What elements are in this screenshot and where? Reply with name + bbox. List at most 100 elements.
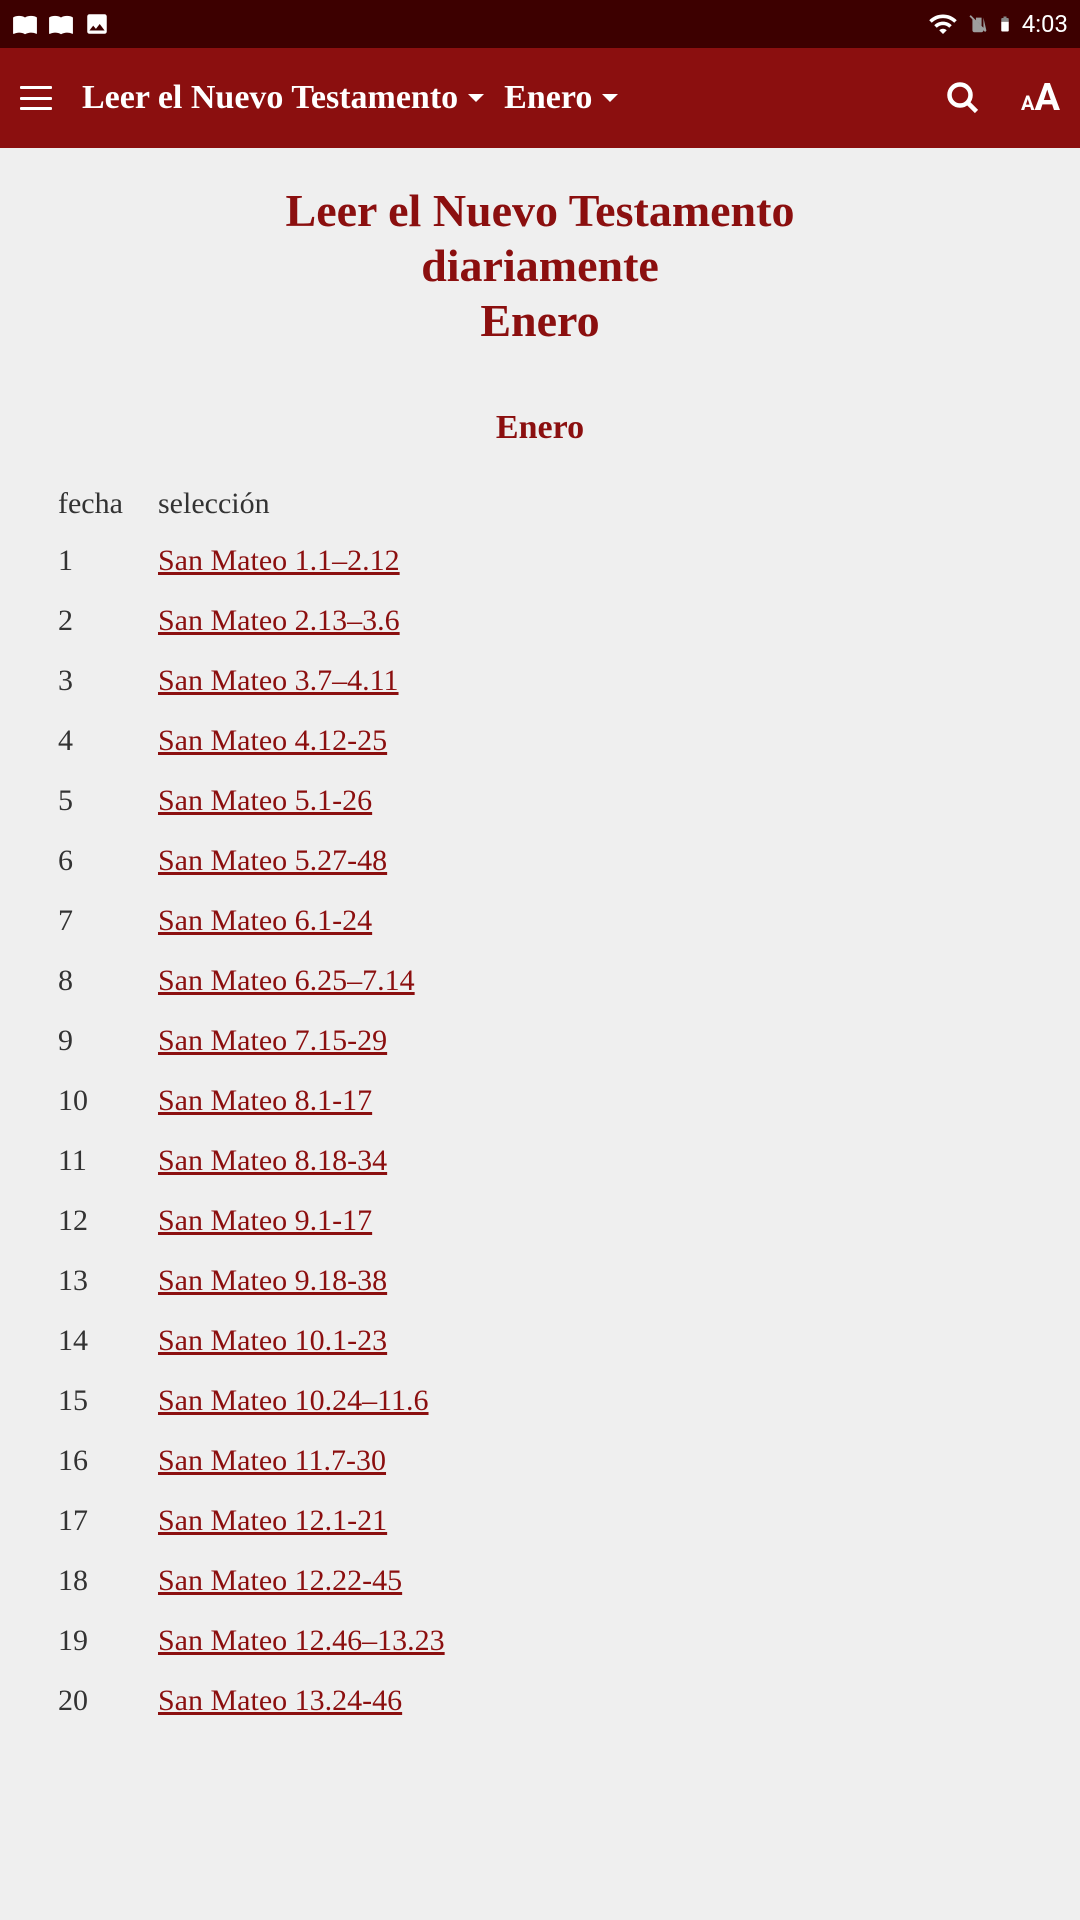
reading-link[interactable]: San Mateo 9.18-38 bbox=[158, 1264, 387, 1297]
reading-link[interactable]: San Mateo 10.24–11.6 bbox=[158, 1384, 429, 1417]
date-cell: 9 bbox=[50, 1011, 150, 1071]
reading-link[interactable]: San Mateo 6.25–7.14 bbox=[158, 964, 415, 997]
table-row: 5San Mateo 5.1-26 bbox=[50, 771, 1030, 831]
date-cell: 16 bbox=[50, 1431, 150, 1491]
table-row: 16San Mateo 11.7-30 bbox=[50, 1431, 1030, 1491]
reading-cell: San Mateo 13.24-46 bbox=[150, 1671, 1030, 1731]
date-cell: 2 bbox=[50, 591, 150, 651]
app-bar: Leer el Nuevo Testamento Enero AA bbox=[0, 48, 1080, 148]
date-cell: 19 bbox=[50, 1611, 150, 1671]
reading-link[interactable]: San Mateo 13.24-46 bbox=[158, 1684, 402, 1717]
reading-link[interactable]: San Mateo 8.18-34 bbox=[158, 1144, 387, 1177]
reading-cell: San Mateo 7.15-29 bbox=[150, 1011, 1030, 1071]
date-cell: 13 bbox=[50, 1251, 150, 1311]
reading-link[interactable]: San Mateo 10.1-23 bbox=[158, 1324, 387, 1357]
month-dropdown[interactable]: Enero bbox=[504, 79, 618, 117]
table-row: 15San Mateo 10.24–11.6 bbox=[50, 1371, 1030, 1431]
table-row: 18San Mateo 12.22-45 bbox=[50, 1551, 1030, 1611]
battery-icon bbox=[996, 10, 1014, 38]
reading-cell: San Mateo 10.24–11.6 bbox=[150, 1371, 1030, 1431]
table-row: 17San Mateo 12.1-21 bbox=[50, 1491, 1030, 1551]
reading-cell: San Mateo 5.1-26 bbox=[150, 771, 1030, 831]
date-cell: 5 bbox=[50, 771, 150, 831]
table-row: 11San Mateo 8.18-34 bbox=[50, 1131, 1030, 1191]
reading-cell: San Mateo 8.1-17 bbox=[150, 1071, 1030, 1131]
table-row: 10San Mateo 8.1-17 bbox=[50, 1071, 1030, 1131]
status-right-icons: 4:03 bbox=[928, 9, 1068, 39]
reading-link[interactable]: San Mateo 4.12-25 bbox=[158, 724, 387, 757]
reading-link[interactable]: San Mateo 12.1-21 bbox=[158, 1504, 387, 1537]
reading-cell: San Mateo 11.7-30 bbox=[150, 1431, 1030, 1491]
table-row: 12San Mateo 9.1-17 bbox=[50, 1191, 1030, 1251]
date-cell: 1 bbox=[50, 531, 150, 591]
reading-cell: San Mateo 6.1-24 bbox=[150, 891, 1030, 951]
date-cell: 14 bbox=[50, 1311, 150, 1371]
no-sim-icon bbox=[966, 10, 988, 38]
reading-cell: San Mateo 4.12-25 bbox=[150, 711, 1030, 771]
table-row: 19San Mateo 12.46–13.23 bbox=[50, 1611, 1030, 1671]
date-cell: 12 bbox=[50, 1191, 150, 1251]
reading-cell: San Mateo 12.22-45 bbox=[150, 1551, 1030, 1611]
table-row: 14San Mateo 10.1-23 bbox=[50, 1311, 1030, 1371]
app-bar-actions: AA bbox=[945, 76, 1060, 120]
date-cell: 6 bbox=[50, 831, 150, 891]
date-cell: 18 bbox=[50, 1551, 150, 1611]
date-cell: 8 bbox=[50, 951, 150, 1011]
date-cell: 3 bbox=[50, 651, 150, 711]
reading-cell: San Mateo 2.13–3.6 bbox=[150, 591, 1030, 651]
table-row: 9San Mateo 7.15-29 bbox=[50, 1011, 1030, 1071]
date-cell: 15 bbox=[50, 1371, 150, 1431]
book-dropdown-label: Leer el Nuevo Testamento bbox=[82, 79, 458, 117]
image-icon bbox=[84, 11, 110, 37]
date-cell: 4 bbox=[50, 711, 150, 771]
table-row: 1San Mateo 1.1–2.12 bbox=[50, 531, 1030, 591]
table-row: 13San Mateo 9.18-38 bbox=[50, 1251, 1030, 1311]
reading-link[interactable]: San Mateo 1.1–2.12 bbox=[158, 544, 400, 577]
reading-link[interactable]: San Mateo 2.13–3.6 bbox=[158, 604, 400, 637]
reading-link[interactable]: San Mateo 3.7–4.11 bbox=[158, 664, 399, 697]
reading-cell: San Mateo 8.18-34 bbox=[150, 1131, 1030, 1191]
table-row: 3San Mateo 3.7–4.11 bbox=[50, 651, 1030, 711]
status-time: 4:03 bbox=[1022, 10, 1068, 38]
status-bar: 4:03 bbox=[0, 0, 1080, 48]
status-left-icons bbox=[12, 11, 110, 37]
table-row: 7San Mateo 6.1-24 bbox=[50, 891, 1030, 951]
header-date: fecha bbox=[50, 477, 150, 531]
search-icon[interactable] bbox=[945, 80, 981, 116]
reading-cell: San Mateo 5.27-48 bbox=[150, 831, 1030, 891]
reading-link[interactable]: San Mateo 9.1-17 bbox=[158, 1204, 372, 1237]
reading-link[interactable]: San Mateo 11.7-30 bbox=[158, 1444, 386, 1477]
chevron-down-icon bbox=[468, 94, 484, 102]
month-dropdown-label: Enero bbox=[504, 79, 592, 117]
chevron-down-icon bbox=[602, 94, 618, 102]
reading-link[interactable]: San Mateo 6.1-24 bbox=[158, 904, 372, 937]
reading-link[interactable]: San Mateo 12.46–13.23 bbox=[158, 1624, 445, 1657]
table-row: 20San Mateo 13.24-46 bbox=[50, 1671, 1030, 1731]
app-bar-dropdowns: Leer el Nuevo Testamento Enero bbox=[82, 79, 915, 117]
reading-table: fecha selección 1San Mateo 1.1–2.122San … bbox=[50, 477, 1030, 1731]
font-size-icon[interactable]: AA bbox=[1021, 76, 1060, 120]
reading-link[interactable]: San Mateo 7.15-29 bbox=[158, 1024, 387, 1057]
reading-link[interactable]: San Mateo 5.27-48 bbox=[158, 844, 387, 877]
reading-link[interactable]: San Mateo 12.22-45 bbox=[158, 1564, 402, 1597]
content: Leer el Nuevo Testamento diariamente Ene… bbox=[0, 148, 1080, 1766]
reading-cell: San Mateo 12.46–13.23 bbox=[150, 1611, 1030, 1671]
menu-icon[interactable] bbox=[20, 86, 52, 110]
book-dropdown[interactable]: Leer el Nuevo Testamento bbox=[82, 79, 484, 117]
reading-link[interactable]: San Mateo 8.1-17 bbox=[158, 1084, 372, 1117]
reading-link[interactable]: San Mateo 5.1-26 bbox=[158, 784, 372, 817]
reading-cell: San Mateo 3.7–4.11 bbox=[150, 651, 1030, 711]
date-cell: 11 bbox=[50, 1131, 150, 1191]
date-cell: 7 bbox=[50, 891, 150, 951]
date-cell: 20 bbox=[50, 1671, 150, 1731]
reading-cell: San Mateo 6.25–7.14 bbox=[150, 951, 1030, 1011]
book-open-icon bbox=[12, 11, 38, 37]
table-row: 6San Mateo 5.27-48 bbox=[50, 831, 1030, 891]
table-row: 2San Mateo 2.13–3.6 bbox=[50, 591, 1030, 651]
book-icon bbox=[48, 11, 74, 37]
reading-cell: San Mateo 1.1–2.12 bbox=[150, 531, 1030, 591]
reading-cell: San Mateo 9.18-38 bbox=[150, 1251, 1030, 1311]
header-selection: selección bbox=[150, 477, 1030, 531]
reading-cell: San Mateo 12.1-21 bbox=[150, 1491, 1030, 1551]
section-title: Enero bbox=[50, 409, 1030, 447]
